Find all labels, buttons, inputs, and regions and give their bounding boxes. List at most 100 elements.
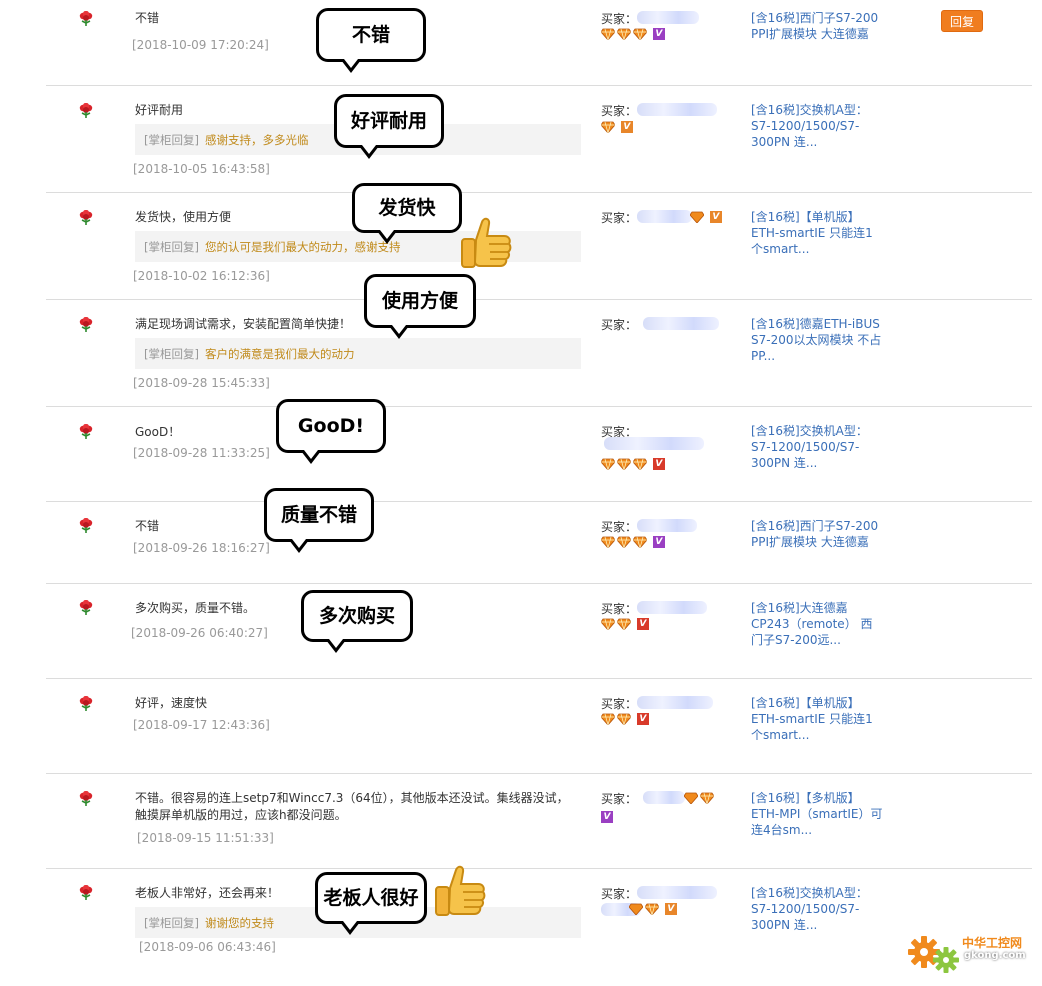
watermark-logo: 中华工控网 gkong.com (906, 928, 1042, 980)
flower-icon (79, 518, 93, 533)
diamond-icon (617, 28, 631, 40)
product-link[interactable]: [含16税]交换机A型：S7-1200/1500/S7-300PN 连... (751, 423, 883, 471)
review-date: [2018-10-09 17:20:24] (132, 38, 269, 52)
vip-icon: V (664, 903, 677, 915)
bubble-text: 质量不错 (280, 504, 357, 526)
buyer-label: 买家： (601, 318, 638, 332)
product-link[interactable]: [含16税]交换机A型：S7-1200/1500/S7-300PN 连... (751, 885, 883, 933)
review-row: 发货快，使用方便 [掌柜回复] 您的认可是我们最大的动力，感谢支持 [2018-… (0, 193, 1042, 300)
speech-bubble: GooD! (276, 399, 386, 464)
buyer-name-blurred (637, 886, 717, 899)
review-row: 好评耐用 [掌柜回复] 感谢支持，多多光临 [2018-10-05 16:43:… (0, 86, 1042, 193)
diamond-icon (629, 903, 643, 915)
reply-text: 客户的满意是我们最大的动力 (205, 347, 355, 361)
product-link[interactable]: [含16税]【单机版】ETH-smartIE 只能连1个smart... (751, 695, 883, 743)
reply-prefix: [掌柜回复] (144, 133, 199, 147)
review-comment: 不错。很容易的连上setp7和Wincc7.3（64位），其他版本还没试。集线器… (135, 791, 569, 822)
vip-icon: V (652, 536, 665, 548)
product-link[interactable]: [含16税]西门子S7-200 PPI扩展模块 大连德嘉 (751, 518, 883, 550)
flower-icon (79, 885, 93, 900)
speech-bubble: 多次购买 (301, 590, 413, 653)
reply-button[interactable]: 回复 (941, 10, 983, 32)
speech-bubble: 发货快 (352, 183, 462, 244)
vip-icon: V (636, 713, 649, 725)
diamond-icon (601, 618, 615, 630)
seller-reply: [掌柜回复] 客户的满意是我们最大的动力 (135, 338, 581, 369)
product-link[interactable]: [含16税]西门子S7-200 PPI扩展模块 大连德嘉 (751, 10, 883, 42)
buyer-credit-badges: V (601, 536, 665, 550)
thumbs-up-icon (461, 217, 512, 268)
buyer-label: 买家： (601, 792, 638, 806)
buyer-credit-badges: V (601, 121, 633, 135)
seller-reply: [掌柜回复] 您的认可是我们最大的动力，感谢支持 (135, 231, 581, 262)
review-date: [2018-09-17 12:43:36] (133, 718, 270, 732)
reply-prefix: [掌柜回复] (144, 347, 199, 361)
diamond-icon (633, 28, 647, 40)
review-row: 好评，速度快 [2018-09-17 12:43:36] 买家： V [含16税… (0, 679, 1042, 774)
buyer-name-blurred (637, 519, 697, 532)
review-comment: 好评，速度快 (135, 696, 208, 710)
review-date: [2018-10-05 16:43:58] (133, 162, 270, 176)
buyer-label: 买家： (601, 697, 638, 711)
review-comment: 满足现场调试需求，安装配置简单快捷！ (135, 317, 352, 331)
review-date: [2018-09-06 06:43:46] (139, 940, 276, 954)
review-row: GooD！ [2018-09-28 11:33:25] 买家： V [含16税]… (0, 407, 1042, 502)
product-link[interactable]: [含16税]【多机版】ETH-MPI（smartIE）可连4台sm... (751, 790, 883, 838)
flower-icon (79, 11, 93, 26)
diamond-icon (633, 458, 647, 470)
buyer-name-blurred (643, 791, 685, 804)
buyer-label: 买家： (601, 211, 638, 225)
buyer-credit-badges: V (601, 458, 665, 472)
watermark-title: 中华工控网 (962, 936, 1023, 950)
review-row: 多次购买，质量不错。 [2018-09-26 06:40:27] 买家： V [… (0, 584, 1042, 679)
flower-icon (79, 696, 93, 711)
vip-icon: V (636, 618, 649, 630)
buyer-label: 买家： (601, 602, 638, 616)
buyer-label: 买家： (601, 12, 638, 26)
review-row: 不错 [2018-10-09 17:20:24] 买家： V [含16税]西门子… (0, 0, 1042, 86)
vip-icon: V (601, 811, 613, 823)
vip-icon: V (652, 458, 665, 470)
vip-icon: V (620, 121, 633, 133)
diamond-icon (617, 536, 631, 548)
buyer-name-blurred (637, 601, 707, 614)
diamond-icon (601, 536, 615, 548)
review-date: [2018-09-26 18:16:27] (133, 541, 270, 555)
flower-icon (79, 317, 93, 332)
review-date: [2018-09-28 15:45:33] (133, 376, 270, 390)
reply-text: 感谢支持，多多光临 (205, 133, 309, 147)
flower-icon (79, 600, 93, 615)
flower-icon (79, 210, 93, 225)
buyer-name-blurred (637, 103, 717, 116)
vip-icon: V (709, 211, 722, 223)
diamond-icon (617, 713, 631, 725)
vip-icon: V (652, 28, 665, 40)
diamond-icon (645, 903, 659, 915)
buyer-name-blurred (637, 210, 692, 223)
reply-prefix: [掌柜回复] (144, 916, 199, 930)
bubble-text: 老板人很好 (323, 887, 419, 909)
gear-icon (908, 936, 959, 973)
buyer-credit-badges: V (601, 28, 665, 42)
bubble-text: 多次购买 (318, 605, 395, 627)
speech-bubble: 老板人很好 (315, 872, 427, 935)
reply-prefix: [掌柜回复] (144, 240, 199, 254)
buyer-credit-badges: V (629, 903, 677, 917)
buyer-label: 买家： (601, 104, 638, 118)
diamond-icon (601, 121, 615, 133)
product-link[interactable]: [含16税]【单机版】ETH-smartIE 只能连1个smart... (751, 209, 883, 257)
thumbs-up-icon (435, 865, 486, 916)
buyer-name-blurred (643, 317, 719, 330)
buyer-credit-badges: V (690, 211, 722, 225)
reply-text: 您的认可是我们最大的动力，感谢支持 (205, 240, 401, 254)
product-link[interactable]: [含16税]交换机A型：S7-1200/1500/S7-300PN 连... (751, 102, 883, 150)
diamond-icon (601, 458, 615, 470)
buyer-credit-badges (684, 792, 716, 806)
diamond-icon (601, 713, 615, 725)
product-link[interactable]: [含16税]大连德嘉CP243（remote） 西门子S7-200远... (751, 600, 883, 648)
flower-icon (79, 791, 93, 806)
review-row: 老板人非常好，还会再来！ [掌柜回复] 谢谢您的支持 [2018-09-06 0… (0, 869, 1042, 986)
speech-bubble: 不错 (316, 8, 426, 73)
review-date: [2018-09-28 11:33:25] (133, 446, 270, 460)
product-link[interactable]: [含16税]德嘉ETH-iBUS S7-200以太网模块 不占PP... (751, 316, 883, 364)
